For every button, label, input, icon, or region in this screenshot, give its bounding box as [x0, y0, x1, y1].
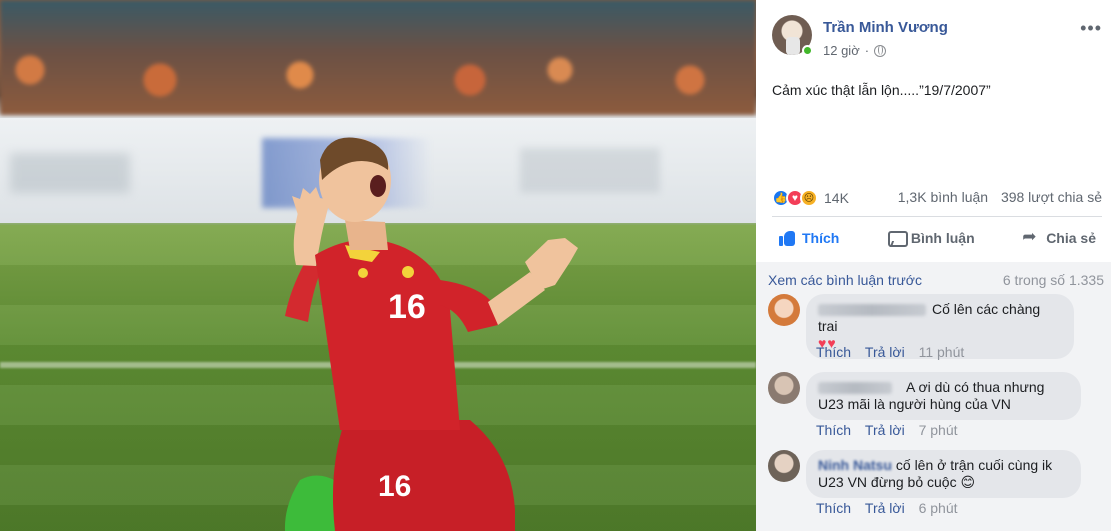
comment-reply-link[interactable]: Trả lời [865, 344, 905, 360]
comment-like-link[interactable]: Thích [816, 500, 851, 516]
online-status-icon [802, 45, 813, 56]
comments-header: Xem các bình luận trước 6 trong số 1.335 [768, 272, 1104, 288]
divider [772, 216, 1102, 217]
jersey-number: 16 [388, 288, 426, 326]
thumbs-up-icon [778, 229, 796, 247]
post-time[interactable]: 12 giờ [823, 43, 860, 58]
share-count[interactable]: 398 lượt chia sẻ [1001, 189, 1102, 205]
comment-count[interactable]: 1,3K bình luận [898, 189, 988, 205]
globe-icon[interactable] [874, 44, 887, 57]
share-icon [1022, 227, 1040, 247]
comment-time: 6 phút [918, 500, 958, 516]
comment-icon [887, 229, 908, 247]
post-photo[interactable]: 16 16 [0, 0, 756, 531]
share-button[interactable]: Chia sẻ [1016, 227, 1102, 247]
comment-actions: Thích Trả lời 11 phút [816, 344, 964, 360]
reaction-count: 14K [824, 190, 849, 206]
comment-actions: Thích Trả lời 6 phút [816, 500, 958, 516]
sad-reaction-icon: ☹ [800, 189, 818, 207]
comment-time: 7 phút [918, 422, 958, 438]
like-label: Thích [802, 230, 840, 246]
share-label: Chia sẻ [1046, 230, 1096, 246]
comment-reply-link[interactable]: Trả lời [865, 422, 905, 438]
author-name[interactable]: Trần Minh Vương [823, 19, 948, 36]
commenter-avatar[interactable] [768, 450, 800, 482]
post-actions: Thích Bình luận Chia sẻ [772, 221, 1102, 255]
comment-like-link[interactable]: Thích [816, 422, 851, 438]
post-panel: Trần Minh Vương 12 giờ · ••• Cảm xúc thậ… [756, 0, 1111, 531]
shorts-number: 16 [378, 470, 411, 503]
commenter-avatar[interactable] [768, 294, 800, 326]
like-button[interactable]: Thích [772, 229, 845, 247]
engagement-counts: 1,3K bình luận 398 lượt chia sẻ [898, 189, 1102, 205]
commenter-name-redacted[interactable] [818, 382, 892, 395]
reactions-row: 👍 ♥ ☹ 14K 1,3K bình luận 398 lượt chia s… [772, 189, 1102, 211]
commenter-name-redacted[interactable] [818, 304, 926, 317]
comment-like-link[interactable]: Thích [816, 344, 851, 360]
comment-button[interactable]: Bình luận [881, 229, 981, 247]
photo-player: 16 16 [284, 137, 578, 531]
comment-actions: Thích Trả lời 7 phút [816, 422, 958, 438]
comment-bubble: A ơi dù có thua nhưng U23 mãi là người h… [806, 372, 1081, 420]
reaction-summary[interactable]: 👍 ♥ ☹ 14K [772, 189, 849, 207]
more-options-icon[interactable]: ••• [1080, 19, 1102, 37]
commenter-avatar[interactable] [768, 372, 800, 404]
comment-time: 11 phút [918, 344, 965, 360]
post-header: Trần Minh Vương 12 giờ · ••• [772, 15, 1102, 63]
view-previous-comments-link[interactable]: Xem các bình luận trước [768, 272, 922, 288]
comment-bubble: Ninh Natsu cố lên ở trận cuối cùng ik U23… [806, 450, 1081, 498]
comments-count-label: 6 trong số 1.335 [1002, 272, 1104, 288]
post-meta: 12 giờ · [823, 43, 887, 58]
commenter-name[interactable]: Ninh Natsu [818, 457, 892, 473]
post-text: Cảm xúc thật lẫn lộn.....”19/7/2007” [772, 82, 991, 98]
comment-label: Bình luận [910, 230, 975, 246]
comments-section: Xem các bình luận trước 6 trong số 1.335… [756, 262, 1111, 531]
comment-reply-link[interactable]: Trả lời [865, 500, 905, 516]
